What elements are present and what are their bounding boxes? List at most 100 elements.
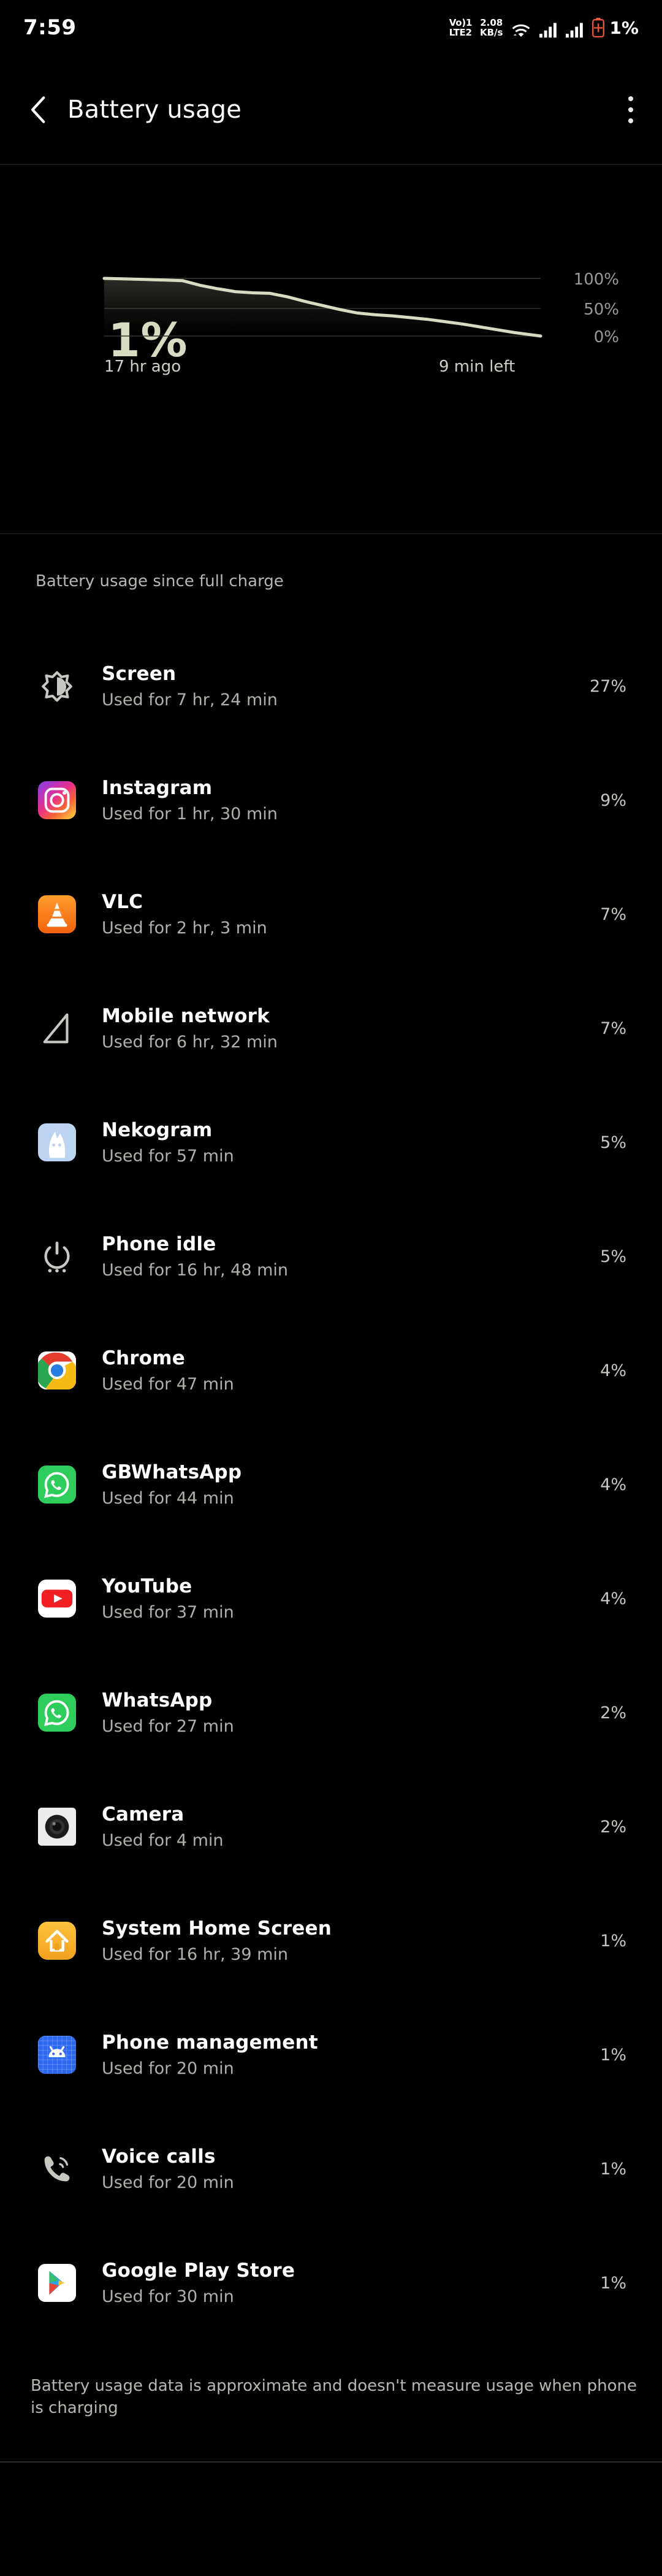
app-usage-time: Used for 6 hr, 32 min <box>102 1033 278 1052</box>
app-name: WhatsApp <box>102 1689 213 1711</box>
battery-usage-row[interactable]: Phone management Used for 20 min 1% <box>0 1998 662 2112</box>
row-text: Nekogram Used for 57 min <box>102 1119 234 1166</box>
app-battery-percent: 1% <box>600 2159 626 2179</box>
phone-management-icon <box>38 2036 76 2074</box>
overflow-menu-icon[interactable] <box>628 96 634 123</box>
signal-bars-icon <box>539 22 557 37</box>
status-bar: 7:59 Vo)1 LTE2 2.08 KB/s 1% <box>0 0 662 55</box>
app-battery-percent: 4% <box>600 1361 626 1380</box>
battery-usage-row[interactable]: Voice calls Used for 20 min 1% <box>0 2112 662 2226</box>
volte-sim2-label: LTE2 <box>449 26 472 38</box>
row-text: WhatsApp Used for 27 min <box>102 1689 234 1736</box>
app-name: Google Play Store <box>102 2260 295 2282</box>
row-text: Instagram Used for 1 hr, 30 min <box>102 777 278 824</box>
screen-brightness-icon <box>38 667 76 705</box>
row-text: GBWhatsApp Used for 44 min <box>102 1461 242 1508</box>
app-battery-percent: 27% <box>589 676 626 696</box>
app-usage-time: Used for 7 hr, 24 min <box>102 690 278 709</box>
app-battery-percent: 7% <box>600 904 626 924</box>
app-name: System Home Screen <box>102 1917 332 1940</box>
row-text: YouTube Used for 37 min <box>102 1575 234 1622</box>
x-axis-start-label: 17 hr ago <box>104 357 181 376</box>
network-speed-indicator: 2.08 KB/s <box>480 18 503 38</box>
whatsapp-icon <box>38 1694 76 1732</box>
app-battery-percent: 2% <box>600 1817 626 1836</box>
volte-indicator: Vo)1 LTE2 <box>449 18 472 38</box>
footer-note: Battery usage data is approximate and do… <box>31 2377 637 2417</box>
battery-chart-card: 1% 100% 50% 0% 17 hr ago 9 min left <box>0 165 662 533</box>
page-title: Battery usage <box>67 96 242 124</box>
battery-usage-row[interactable]: Chrome Used for 47 min 4% <box>0 1313 662 1428</box>
row-text: Google Play Store Used for 30 min <box>102 2260 295 2306</box>
app-name: GBWhatsApp <box>102 1461 242 1483</box>
row-text: Camera Used for 4 min <box>102 1803 224 1850</box>
app-usage-time: Used for 57 min <box>102 1147 234 1166</box>
app-usage-time: Used for 30 min <box>102 2287 234 2306</box>
network-speed-unit: KB/s <box>479 26 503 38</box>
app-name: Mobile network <box>102 1005 270 1027</box>
battery-usage-row[interactable]: Screen Used for 7 hr, 24 min 27% <box>0 629 662 743</box>
app-name: Phone management <box>102 2031 318 2054</box>
battery-usage-row[interactable]: System Home Screen Used for 16 hr, 39 min… <box>0 1884 662 1998</box>
bottom-divider <box>0 2461 662 2463</box>
wifi-icon <box>512 24 530 37</box>
google-play-icon <box>38 2264 76 2302</box>
app-name: Instagram <box>102 777 213 799</box>
row-text: VLC Used for 2 hr, 3 min <box>102 891 267 938</box>
battery-usage-row[interactable]: Camera Used for 4 min 2% <box>0 1770 662 1884</box>
battery-usage-row[interactable]: WhatsApp Used for 27 min 2% <box>0 1656 662 1770</box>
app-name: Chrome <box>102 1347 185 1369</box>
app-name: Voice calls <box>102 2146 216 2168</box>
row-text: Voice calls Used for 20 min <box>102 2146 234 2192</box>
app-usage-time: Used for 16 hr, 39 min <box>102 1945 289 1964</box>
battery-usage-row[interactable]: VLC Used for 2 hr, 3 min 7% <box>0 857 662 971</box>
battery-usage-row[interactable]: Phone idle Used for 16 hr, 48 min 5% <box>0 1199 662 1313</box>
vlc-icon <box>38 895 76 933</box>
app-battery-percent: 4% <box>600 1589 626 1608</box>
voice-calls-icon <box>38 2150 76 2188</box>
app-usage-time: Used for 37 min <box>102 1603 234 1622</box>
app-usage-time: Used for 2 hr, 3 min <box>102 919 267 938</box>
app-battery-percent: 5% <box>600 1247 626 1266</box>
battery-usage-row[interactable]: GBWhatsApp Used for 44 min 4% <box>0 1428 662 1542</box>
nekogram-icon <box>38 1123 76 1161</box>
power-idle-icon <box>38 1237 76 1275</box>
status-bar-clock: 7:59 <box>23 15 77 40</box>
row-text: System Home Screen Used for 16 hr, 39 min <box>102 1917 332 1964</box>
app-usage-time: Used for 27 min <box>102 1717 234 1736</box>
app-battery-percent: 5% <box>600 1133 626 1152</box>
mobile-network-icon <box>38 1009 76 1047</box>
camera-icon <box>38 1808 76 1846</box>
youtube-icon <box>38 1580 76 1618</box>
back-chevron-icon[interactable] <box>28 96 49 124</box>
battery-percent-label: 1% <box>609 17 639 38</box>
row-text: Phone idle Used for 16 hr, 48 min <box>102 1233 288 1280</box>
app-name: Nekogram <box>102 1119 213 1141</box>
instagram-icon <box>38 781 76 819</box>
app-usage-time: Used for 47 min <box>102 1375 234 1394</box>
status-bar-icons: Vo)1 LTE2 2.08 KB/s 1% <box>449 18 639 38</box>
app-usage-time: Used for 1 hr, 30 min <box>102 805 278 824</box>
chrome-icon <box>38 1351 76 1389</box>
row-text: Mobile network Used for 6 hr, 32 min <box>102 1005 278 1052</box>
battery-usage-row[interactable]: Mobile network Used for 6 hr, 32 min 7% <box>0 971 662 1085</box>
app-battery-percent: 7% <box>600 1019 626 1038</box>
battery-usage-row[interactable]: Google Play Store Used for 30 min 1% <box>0 2226 662 2340</box>
app-battery-percent: 1% <box>600 2273 626 2293</box>
app-bar: Battery usage <box>0 55 662 164</box>
row-text: Screen Used for 7 hr, 24 min <box>102 663 278 709</box>
x-axis-end-label: 9 min left <box>439 357 516 376</box>
app-battery-percent: 4% <box>600 1475 626 1494</box>
signal-bars-icon <box>566 22 584 37</box>
app-battery-percent: 1% <box>600 2045 626 2065</box>
app-name: YouTube <box>102 1575 192 1597</box>
battery-low-icon <box>592 18 605 37</box>
battery-usage-row[interactable]: YouTube Used for 37 min 4% <box>0 1542 662 1656</box>
app-name: Screen <box>102 663 177 685</box>
app-usage-time: Used for 4 min <box>102 1831 224 1850</box>
battery-usage-row[interactable]: Instagram Used for 1 hr, 30 min 9% <box>0 743 662 857</box>
y-axis-label-100: 100% <box>573 270 619 289</box>
battery-usage-row[interactable]: Nekogram Used for 57 min 5% <box>0 1085 662 1199</box>
app-battery-percent: 1% <box>600 1931 626 1951</box>
app-usage-time: Used for 20 min <box>102 2059 234 2078</box>
